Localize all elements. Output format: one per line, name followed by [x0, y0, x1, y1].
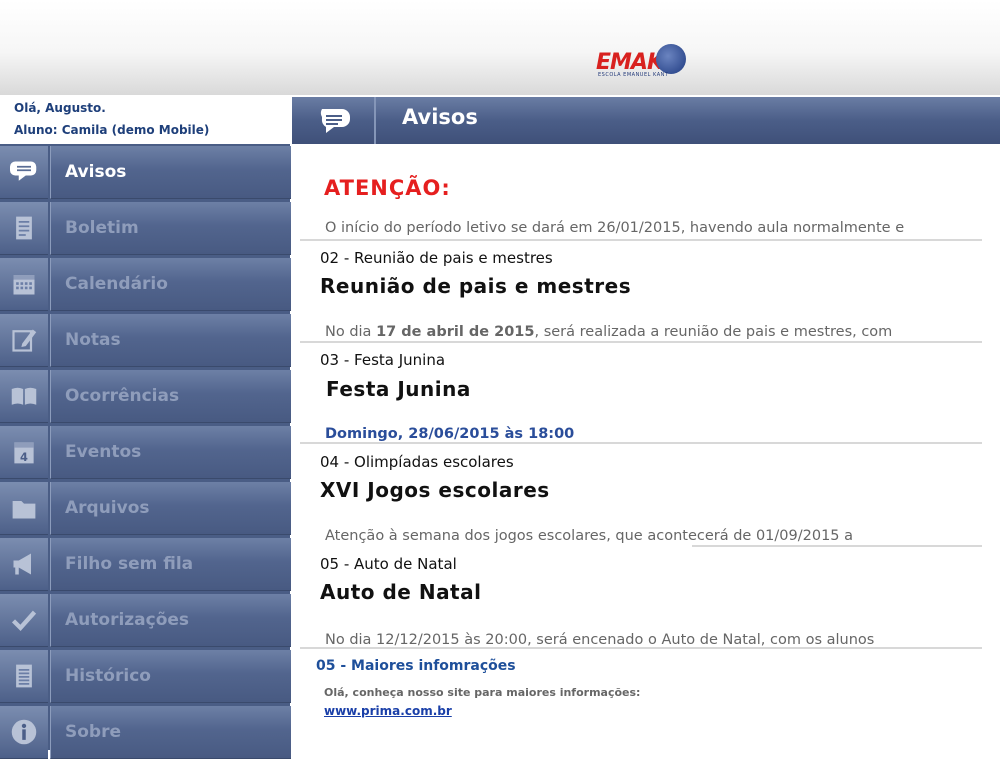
- notice-headline: Festa Junina: [326, 377, 471, 401]
- notice-title: 05 - Maiores infomrações: [316, 658, 516, 674]
- info-icon: [8, 716, 40, 748]
- megaphone-icon: [8, 548, 40, 580]
- website-link[interactable]: www.prima.com.br: [324, 704, 452, 718]
- checkmark-icon: [8, 604, 40, 636]
- sidebar-item-label: Filho sem fila: [65, 554, 194, 574]
- divider: [692, 545, 982, 547]
- book-icon: [8, 380, 40, 412]
- sidebar-item-label: Avisos: [65, 162, 127, 182]
- page-title: Avisos: [402, 105, 478, 129]
- sidebar-item-eventos[interactable]: 4 Eventos: [0, 424, 291, 480]
- notice-item[interactable]: 05 - Maiores infomrações Olá, conheça no…: [292, 650, 982, 750]
- notice-text: Olá, conheça nosso site para maiores inf…: [324, 686, 641, 699]
- sidebar-item-label: Sobre: [65, 722, 122, 742]
- sidebar-item-filho-sem-fila[interactable]: Filho sem fila: [0, 536, 291, 592]
- divider: [300, 239, 982, 241]
- notice-text: No dia 12/12/2015 às 20:00, será encenad…: [325, 632, 875, 648]
- notice-date: Domingo, 28/06/2015 às 18:00: [325, 426, 575, 442]
- notice-text: No dia 17 de abril de 2015, será realiza…: [325, 324, 893, 340]
- sidebar-item-autorizacoes[interactable]: Autorizações: [0, 592, 291, 648]
- greeting-text: Olá, Augusto.: [14, 101, 106, 115]
- notice-text: O início do período letivo se dará em 26…: [325, 220, 905, 236]
- notice-text: Atenção à semana dos jogos escolares, qu…: [325, 528, 854, 544]
- divider: [300, 341, 982, 343]
- notice-headline: Reunião de pais e mestres: [320, 274, 632, 298]
- date-icon: 4: [8, 436, 40, 468]
- sidebar-item-label: Histórico: [65, 666, 151, 686]
- list-document-icon: [8, 660, 40, 692]
- svg-text:4: 4: [20, 450, 28, 464]
- sidebar-item-label: Notas: [65, 330, 121, 350]
- document-icon: [8, 212, 40, 244]
- sidebar-item-boletim[interactable]: Boletim: [0, 200, 291, 256]
- notice-title: 04 - Olimpíadas escolares: [320, 453, 514, 471]
- sidebar-item-notas[interactable]: Notas: [0, 312, 291, 368]
- sidebar-item-arquivos[interactable]: Arquivos: [0, 480, 291, 536]
- notice-title: 02 - Reunião de pais e mestres: [320, 249, 553, 267]
- top-bar: EMAK ESCOLA EMANUEL KANT: [0, 0, 1000, 95]
- logo-subtitle: ESCOLA EMANUEL KANT: [598, 72, 669, 78]
- page-header: Avisos: [292, 97, 1000, 144]
- notice-title: 03 - Festa Junina: [320, 351, 446, 369]
- divider: [300, 442, 982, 444]
- notices-list: ATENÇÃO: O início do período letivo se d…: [292, 144, 1000, 750]
- notice-item[interactable]: 05 - Auto de Natal Auto de Natal No dia …: [292, 550, 982, 650]
- notice-item[interactable]: ATENÇÃO: O início do período letivo se d…: [292, 144, 982, 244]
- pencil-note-icon: [8, 324, 40, 356]
- notice-title: 05 - Auto de Natal: [320, 555, 457, 573]
- sidebar-item-label: Calendário: [65, 274, 168, 294]
- sidebar-menu: Avisos Boletim Calendário Notas Ocorrênc…: [0, 144, 291, 759]
- sidebar-item-label: Boletim: [65, 218, 139, 238]
- notice-item[interactable]: 02 - Reunião de pais e mestres Reunião d…: [292, 244, 982, 344]
- globe-icon: [656, 44, 686, 74]
- student-name: Aluno: Camila (demo Mobile): [14, 123, 210, 137]
- folder-icon: [8, 492, 40, 524]
- speech-bubble-icon: [292, 97, 376, 144]
- sidebar-item-label: Eventos: [65, 442, 142, 462]
- notice-item[interactable]: 03 - Festa Junina Festa Junina Domingo, …: [292, 344, 982, 446]
- sidebar-item-label: Autorizações: [65, 610, 190, 630]
- notice-heading: ATENÇÃO:: [324, 176, 451, 200]
- sidebar-item-calendario[interactable]: Calendário: [0, 256, 291, 312]
- sidebar-item-historico[interactable]: Histórico: [0, 648, 291, 704]
- sidebar-item-ocorrencias[interactable]: Ocorrências: [0, 368, 291, 424]
- divider: [300, 647, 982, 649]
- sidebar-item-sobre[interactable]: Sobre: [0, 704, 291, 760]
- notice-headline: Auto de Natal: [320, 580, 482, 604]
- calendar-icon: [8, 268, 40, 300]
- sidebar-item-label: Ocorrências: [65, 386, 180, 406]
- sidebar-item-label: Arquivos: [65, 498, 150, 518]
- notice-item[interactable]: 04 - Olimpíadas escolares XVI Jogos esco…: [292, 446, 982, 550]
- user-greeting: Olá, Augusto. Aluno: Camila (demo Mobile…: [0, 95, 290, 144]
- notice-headline: XVI Jogos escolares: [320, 478, 550, 502]
- speech-bubble-icon: [8, 156, 40, 188]
- sidebar-item-avisos[interactable]: Avisos: [0, 144, 291, 200]
